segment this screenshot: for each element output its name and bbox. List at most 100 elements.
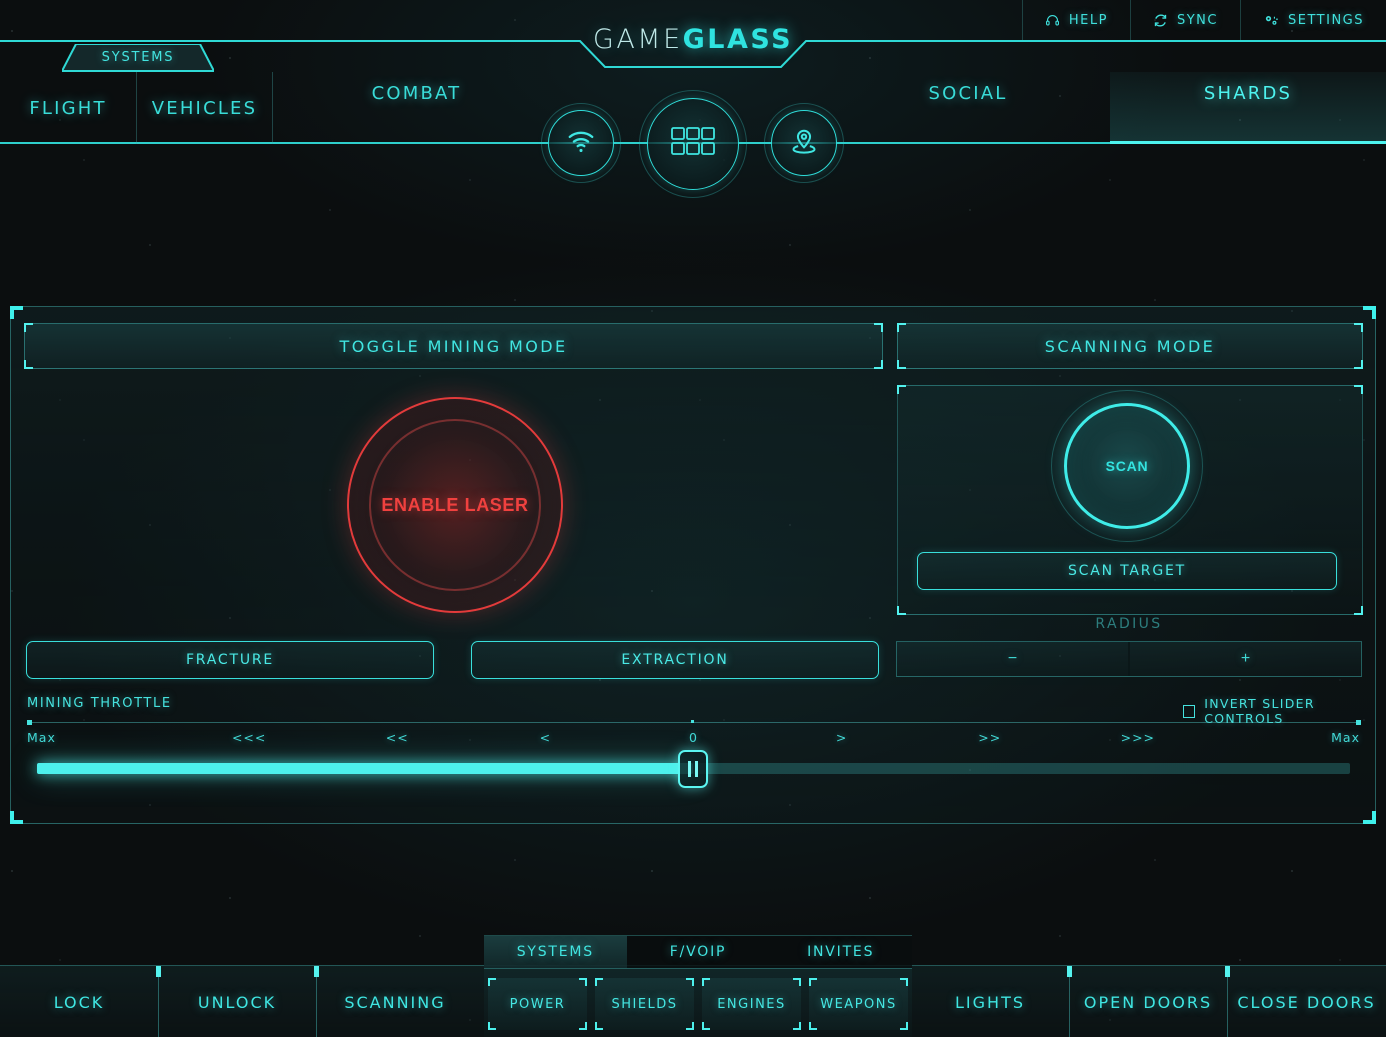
- scanning-label: SCANNING: [344, 992, 446, 1012]
- header-corner-br: [874, 360, 883, 369]
- enable-laser-button[interactable]: ENABLE LASER: [347, 397, 563, 613]
- location-button[interactable]: [771, 110, 837, 176]
- unlock-label: UNLOCK: [197, 992, 277, 1012]
- scanning-panel-title: SCANNING MODE: [1044, 336, 1216, 356]
- header-corner-tr: [874, 323, 883, 332]
- throttle-tick-0: Max: [27, 730, 56, 745]
- systems-tab[interactable]: SYSTEMS: [62, 44, 214, 72]
- mining-panel-header: TOGGLE MINING MODE: [24, 323, 883, 369]
- close-doors-button[interactable]: CLOSE DOORS: [1227, 966, 1386, 1037]
- weapons-button[interactable]: WEAPONS: [809, 978, 908, 1030]
- throttle-tick-4: 0: [689, 730, 698, 745]
- nav-item-combat[interactable]: COMBAT: [272, 72, 560, 144]
- help-button[interactable]: HELP: [1021, 0, 1130, 40]
- app-root: HELP SYNC SETTINGS GAMEGLASS SYSTEMS FLI…: [0, 0, 1386, 1037]
- invert-checkbox[interactable]: [1183, 704, 1196, 718]
- center-button-grid: POWER SHIELDS ENGINES WEAPONS: [484, 969, 912, 1037]
- weapons-label: WEAPONS: [820, 996, 897, 1012]
- tab-fvoip[interactable]: F/VOIP: [627, 936, 770, 968]
- radius-minus-button[interactable]: −: [897, 642, 1128, 676]
- panel-corner-br: [1363, 811, 1376, 824]
- nav-item-social[interactable]: SOCIAL: [826, 72, 1110, 144]
- radius-plus-button[interactable]: +: [1128, 642, 1361, 676]
- throttle-tick-1: <<<: [231, 730, 267, 745]
- shields-button[interactable]: SHIELDS: [595, 978, 694, 1030]
- extraction-label: EXTRACTION: [621, 652, 729, 668]
- weapons-corner-bl: [809, 1022, 817, 1030]
- open-doors-button[interactable]: OPEN DOORS: [1069, 966, 1227, 1037]
- nav-label-social: SOCIAL: [928, 83, 1008, 104]
- fracture-button[interactable]: FRACTURE: [26, 641, 434, 679]
- lock-button[interactable]: LOCK: [0, 966, 158, 1037]
- engines-label: ENGINES: [717, 996, 786, 1012]
- scan-header-corner-tl: [897, 323, 906, 332]
- panel-corner-bl: [10, 811, 23, 824]
- mining-panel: TOGGLE MINING MODE: [24, 323, 883, 369]
- scan-header-corner-bl: [897, 360, 906, 369]
- wifi-button[interactable]: [548, 110, 614, 176]
- sync-button[interactable]: SYNC: [1129, 0, 1240, 40]
- nav-label-combat: COMBAT: [371, 83, 462, 104]
- systems-tab-label: SYSTEMS: [101, 49, 175, 65]
- scan-header-corner-br: [1354, 360, 1363, 369]
- nav-item-vehicles[interactable]: VEHICLES: [136, 72, 272, 144]
- throttle-tick-labels: Max <<< << < 0 > >> >>> Max: [27, 730, 1360, 745]
- shields-label: SHIELDS: [611, 996, 678, 1012]
- throttle-tick-6: >>: [978, 730, 1002, 745]
- open-doors-label: OPEN DOORS: [1083, 992, 1213, 1012]
- tab-invites[interactable]: INVITES: [769, 936, 912, 968]
- center-bottom-module: SYSTEMS F/VOIP INVITES POWER SHIELDS ENG…: [484, 935, 912, 1037]
- gears-icon: [1263, 13, 1279, 28]
- shields-corner-tl: [595, 978, 603, 986]
- enable-laser-label: ENABLE LASER: [381, 494, 529, 515]
- scan-button[interactable]: SCAN: [1051, 390, 1203, 542]
- power-button[interactable]: POWER: [488, 978, 587, 1030]
- settings-button[interactable]: SETTINGS: [1239, 0, 1386, 40]
- nav-label-shards: SHARDS: [1203, 83, 1293, 104]
- throttle-slider-handle[interactable]: [678, 750, 708, 788]
- shields-corner-bl: [595, 1022, 603, 1030]
- wifi-icon: [566, 128, 596, 159]
- handle-bar-left: [688, 761, 691, 777]
- scan-target-button[interactable]: SCAN TARGET: [917, 552, 1337, 590]
- scanbody-corner-tl: [897, 385, 906, 394]
- grid-icon: [671, 126, 715, 162]
- refresh-icon: [1153, 13, 1168, 28]
- mining-panel-title: TOGGLE MINING MODE: [339, 336, 568, 356]
- scanning-button[interactable]: SCANNING: [316, 966, 474, 1037]
- scanbody-corner-br: [1354, 606, 1363, 615]
- tab-systems[interactable]: SYSTEMS: [484, 936, 627, 968]
- weapons-corner-tr: [900, 978, 908, 986]
- radius-minus-label: −: [1007, 650, 1018, 667]
- weapons-corner-tl: [809, 978, 817, 986]
- power-corner-tr: [579, 978, 587, 986]
- nav-label-flight: FLIGHT: [29, 97, 107, 119]
- power-corner-bl: [488, 1022, 496, 1030]
- tab-fvoip-label: F/VOIP: [669, 944, 727, 960]
- extraction-button[interactable]: EXTRACTION: [471, 641, 879, 679]
- location-pin-icon: [790, 127, 818, 160]
- grid-button[interactable]: [647, 98, 739, 190]
- throttle-rail-dot-right: [1356, 720, 1361, 725]
- nav-item-shards[interactable]: SHARDS: [1110, 72, 1386, 144]
- throttle-tick-5: >: [835, 730, 848, 745]
- nav-item-flight[interactable]: FLIGHT: [0, 72, 136, 144]
- engines-corner-tr: [793, 978, 801, 986]
- unlock-button[interactable]: UNLOCK: [158, 966, 316, 1037]
- lights-button[interactable]: LIGHTS: [911, 966, 1069, 1037]
- throttle-tick-2: <<: [385, 730, 409, 745]
- radius-plus-label: +: [1240, 650, 1251, 667]
- panel-corner-tl: [10, 306, 23, 319]
- top-bar: HELP SYNC SETTINGS: [0, 0, 1386, 40]
- power-label: POWER: [509, 996, 566, 1012]
- engines-button[interactable]: ENGINES: [702, 978, 801, 1030]
- weapons-corner-br: [900, 1022, 908, 1030]
- header-corner-bl: [24, 360, 33, 369]
- throttle-tick-3: <: [539, 730, 552, 745]
- radius-control: − +: [896, 641, 1362, 677]
- mining-throttle-label: MINING THROTTLE: [27, 696, 172, 711]
- headset-icon: [1045, 13, 1060, 28]
- lights-label: LIGHTS: [955, 992, 1025, 1012]
- scan-header-corner-tr: [1354, 323, 1363, 332]
- handle-bar-right: [695, 761, 698, 777]
